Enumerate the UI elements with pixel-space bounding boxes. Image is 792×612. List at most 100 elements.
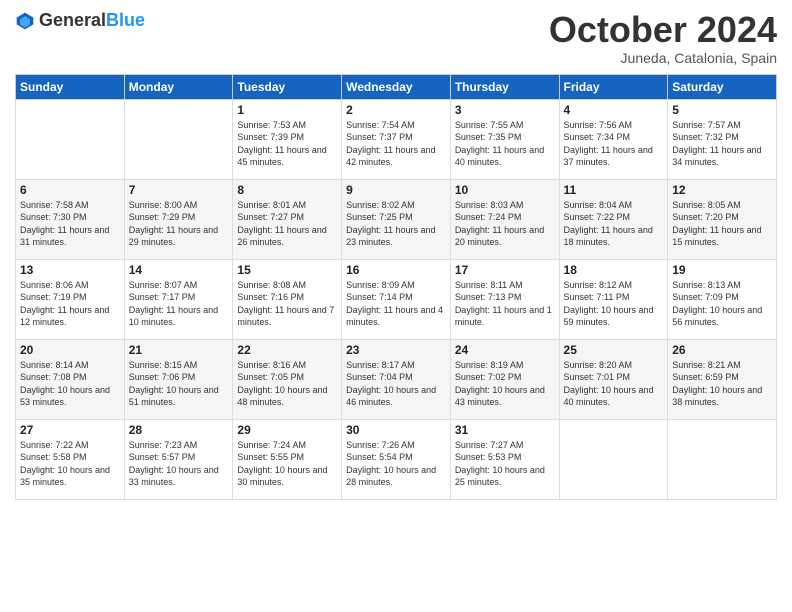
day-number: 12: [672, 183, 772, 197]
day-number: 31: [455, 423, 555, 437]
calendar-cell: 19Sunrise: 8:13 AM Sunset: 7:09 PM Dayli…: [668, 259, 777, 339]
calendar-cell: 17 Sunrise: 8:11 AM Sunset: 7:13 PM Dayli…: [450, 259, 559, 339]
calendar-cell: 22 Sunrise: 8:16 AM Sunset: 7:05 PM Dayli…: [233, 339, 342, 419]
day-number: 30: [346, 423, 446, 437]
calendar-cell: 3 Sunrise: 7:55 AM Sunset: 7:35 PM Daylig…: [450, 99, 559, 179]
calendar-week-row: 27 Sunrise: 7:22 AM Sunset: 5:58 PM Dayli…: [16, 419, 777, 499]
day-info: Sunrise: 8:20 AM Sunset: 7:01 PM Dayligh…: [564, 359, 664, 409]
day-info: Sunrise: 8:07 AM Sunset: 7:17 PM Dayligh…: [129, 279, 229, 329]
day-number: 25: [564, 343, 664, 357]
calendar-cell: 26Sunrise: 8:21 AM Sunset: 6:59 PM Dayli…: [668, 339, 777, 419]
calendar-cell: 10Sunrise: 8:03 AM Sunset: 7:24 PM Dayli…: [450, 179, 559, 259]
day-number: 23: [346, 343, 446, 357]
calendar-cell: 21 Sunrise: 8:15 AM Sunset: 7:06 PM Dayli…: [124, 339, 233, 419]
day-number: 21: [129, 343, 229, 357]
col-friday: Friday: [559, 74, 668, 99]
day-number: 1: [237, 103, 337, 117]
col-tuesday: Tuesday: [233, 74, 342, 99]
calendar-cell: 4 Sunrise: 7:56 AM Sunset: 7:34 PM Daylig…: [559, 99, 668, 179]
calendar-cell: 7 Sunrise: 8:00 AM Sunset: 7:29 PM Daylig…: [124, 179, 233, 259]
col-thursday: Thursday: [450, 74, 559, 99]
calendar-cell: 23 Sunrise: 8:17 AM Sunset: 7:04 PM Dayli…: [342, 339, 451, 419]
day-info: Sunrise: 7:26 AM Sunset: 5:54 PM Dayligh…: [346, 439, 446, 489]
day-info: Sunrise: 7:22 AM Sunset: 5:58 PM Dayligh…: [20, 439, 120, 489]
day-number: 22: [237, 343, 337, 357]
col-sunday: Sunday: [16, 74, 125, 99]
day-info: Sunrise: 8:06 AM Sunset: 7:19 PM Dayligh…: [20, 279, 120, 329]
day-info: Sunrise: 8:00 AM Sunset: 7:29 PM Dayligh…: [129, 199, 229, 249]
day-info: Sunrise: 8:04 AM Sunset: 7:22 PM Dayligh…: [564, 199, 664, 249]
day-info: Sunrise: 7:57 AM Sunset: 7:32 PM Dayligh…: [672, 119, 772, 169]
calendar-cell: 13 Sunrise: 8:06 AM Sunset: 7:19 PM Dayli…: [16, 259, 125, 339]
calendar-cell: 12 Sunrise: 8:05 AM Sunset: 7:20 PM Dayli…: [668, 179, 777, 259]
day-info: Sunrise: 8:16 AM Sunset: 7:05 PM Dayligh…: [237, 359, 337, 409]
day-info: Sunrise: 8:09 AM Sunset: 7:14 PM Dayligh…: [346, 279, 446, 329]
day-number: 18: [564, 263, 664, 277]
calendar-cell: 8 Sunrise: 8:01 AM Sunset: 7:27 PM Daylig…: [233, 179, 342, 259]
logo-blue: Blue: [106, 10, 145, 30]
day-info: Sunrise: 8:05 AM Sunset: 7:20 PM Dayligh…: [672, 199, 772, 249]
day-number: 27: [20, 423, 120, 437]
day-number: 19: [672, 263, 772, 277]
logo: GeneralBlue: [15, 10, 145, 31]
calendar-cell: 11 Sunrise: 8:04 AM Sunset: 7:22 PM Dayli…: [559, 179, 668, 259]
day-info: Sunrise: 8:17 AM Sunset: 7:04 PM Dayligh…: [346, 359, 446, 409]
calendar-week-row: 1Sunrise: 7:53 AM Sunset: 7:39 PM Daylig…: [16, 99, 777, 179]
calendar-cell: 2Sunrise: 7:54 AM Sunset: 7:37 PM Daylig…: [342, 99, 451, 179]
day-info: Sunrise: 7:56 AM Sunset: 7:34 PM Dayligh…: [564, 119, 664, 169]
calendar-cell: 5 Sunrise: 7:57 AM Sunset: 7:32 PM Daylig…: [668, 99, 777, 179]
day-number: 7: [129, 183, 229, 197]
day-info: Sunrise: 8:14 AM Sunset: 7:08 PM Dayligh…: [20, 359, 120, 409]
calendar-cell: 1Sunrise: 7:53 AM Sunset: 7:39 PM Daylig…: [233, 99, 342, 179]
header: GeneralBlue October 2024 Juneda, Catalon…: [15, 10, 777, 66]
day-info: Sunrise: 7:23 AM Sunset: 5:57 PM Dayligh…: [129, 439, 229, 489]
calendar-cell: 9Sunrise: 8:02 AM Sunset: 7:25 PM Daylig…: [342, 179, 451, 259]
calendar-cell: [559, 419, 668, 499]
calendar-cell: 31 Sunrise: 7:27 AM Sunset: 5:53 PM Dayli…: [450, 419, 559, 499]
calendar-cell: 30 Sunrise: 7:26 AM Sunset: 5:54 PM Dayli…: [342, 419, 451, 499]
title-block: October 2024 Juneda, Catalonia, Spain: [549, 10, 777, 66]
day-number: 3: [455, 103, 555, 117]
calendar-cell: 25 Sunrise: 8:20 AM Sunset: 7:01 PM Dayli…: [559, 339, 668, 419]
calendar-week-row: 13 Sunrise: 8:06 AM Sunset: 7:19 PM Dayli…: [16, 259, 777, 339]
col-monday: Monday: [124, 74, 233, 99]
day-info: Sunrise: 8:08 AM Sunset: 7:16 PM Dayligh…: [237, 279, 337, 329]
calendar-cell: 15Sunrise: 8:08 AM Sunset: 7:16 PM Dayli…: [233, 259, 342, 339]
day-info: Sunrise: 8:12 AM Sunset: 7:11 PM Dayligh…: [564, 279, 664, 329]
calendar-cell: 18 Sunrise: 8:12 AM Sunset: 7:11 PM Dayli…: [559, 259, 668, 339]
calendar-table: Sunday Monday Tuesday Wednesday Thursday…: [15, 74, 777, 500]
day-number: 4: [564, 103, 664, 117]
day-info: Sunrise: 7:54 AM Sunset: 7:37 PM Dayligh…: [346, 119, 446, 169]
day-info: Sunrise: 7:27 AM Sunset: 5:53 PM Dayligh…: [455, 439, 555, 489]
page: GeneralBlue October 2024 Juneda, Catalon…: [0, 0, 792, 612]
calendar-cell: 24Sunrise: 8:19 AM Sunset: 7:02 PM Dayli…: [450, 339, 559, 419]
calendar-cell: 27 Sunrise: 7:22 AM Sunset: 5:58 PM Dayli…: [16, 419, 125, 499]
day-info: Sunrise: 8:19 AM Sunset: 7:02 PM Dayligh…: [455, 359, 555, 409]
day-number: 11: [564, 183, 664, 197]
day-number: 17: [455, 263, 555, 277]
day-number: 13: [20, 263, 120, 277]
calendar-week-row: 20Sunrise: 8:14 AM Sunset: 7:08 PM Dayli…: [16, 339, 777, 419]
calendar-cell: 20Sunrise: 8:14 AM Sunset: 7:08 PM Dayli…: [16, 339, 125, 419]
day-info: Sunrise: 7:55 AM Sunset: 7:35 PM Dayligh…: [455, 119, 555, 169]
logo-icon: [15, 11, 35, 31]
day-info: Sunrise: 8:11 AM Sunset: 7:13 PM Dayligh…: [455, 279, 555, 329]
calendar-cell: [16, 99, 125, 179]
location: Juneda, Catalonia, Spain: [549, 50, 777, 66]
day-number: 5: [672, 103, 772, 117]
col-wednesday: Wednesday: [342, 74, 451, 99]
calendar-week-row: 6Sunrise: 7:58 AM Sunset: 7:30 PM Daylig…: [16, 179, 777, 259]
day-info: Sunrise: 7:58 AM Sunset: 7:30 PM Dayligh…: [20, 199, 120, 249]
day-number: 29: [237, 423, 337, 437]
day-number: 16: [346, 263, 446, 277]
calendar-cell: [124, 99, 233, 179]
day-info: Sunrise: 7:24 AM Sunset: 5:55 PM Dayligh…: [237, 439, 337, 489]
day-info: Sunrise: 8:21 AM Sunset: 6:59 PM Dayligh…: [672, 359, 772, 409]
logo-general: General: [39, 10, 106, 30]
day-info: Sunrise: 8:01 AM Sunset: 7:27 PM Dayligh…: [237, 199, 337, 249]
calendar-header-row: Sunday Monday Tuesday Wednesday Thursday…: [16, 74, 777, 99]
day-number: 8: [237, 183, 337, 197]
day-info: Sunrise: 8:15 AM Sunset: 7:06 PM Dayligh…: [129, 359, 229, 409]
col-saturday: Saturday: [668, 74, 777, 99]
calendar-cell: [668, 419, 777, 499]
